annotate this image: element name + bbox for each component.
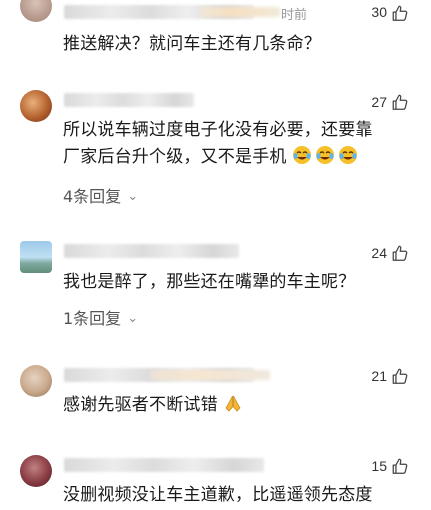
username[interactable] xyxy=(64,244,239,258)
avatar[interactable] xyxy=(20,0,52,22)
username-extra xyxy=(150,370,270,380)
timestamp: 时前 xyxy=(280,8,307,23)
thumbs-up-icon[interactable] xyxy=(391,457,409,475)
comment-item[interactable]: 27 所以说车辆过度电子化没有必要，还要靠 厂家后台升个级，又不是手机 4条回复… xyxy=(0,80,431,215)
view-replies-link[interactable]: 1条回复 ⌄ xyxy=(63,305,138,329)
replies-count: 1条回复 xyxy=(63,309,122,328)
like-count: 27 xyxy=(371,94,387,110)
comment-text: 没删视频没让车主道歉，比遥遥领先态度 xyxy=(63,485,373,505)
avatar[interactable] xyxy=(20,241,52,273)
folded-hands-emoji xyxy=(223,393,243,422)
avatar[interactable] xyxy=(20,365,52,397)
thumbs-up-icon[interactable] xyxy=(391,4,409,22)
like-count: 24 xyxy=(371,245,387,261)
thumbs-up-icon[interactable] xyxy=(391,244,409,262)
comment-item[interactable]: 24 我也是醉了，那些还在嘴犟的车主呢？ 1条回复 ⌄ xyxy=(0,235,431,335)
comment-text-line: 所以说车辆过度电子化没有必要，还要靠 xyxy=(63,120,373,140)
comment-text: 推送解决？就问车主还有几条命？ xyxy=(63,34,321,54)
chevron-down-icon: ⌄ xyxy=(127,189,139,204)
crying-laughing-emoji xyxy=(292,145,358,174)
comment-item[interactable]: 15 没删视频没让车主道歉，比遥遥领先态度 xyxy=(0,448,431,510)
replies-count: 4条回复 xyxy=(63,187,122,206)
comment-list: 时前 30 推送解决？就问车主还有几条命？ 27 所以说车辆过度电子化没有必要，… xyxy=(0,0,431,510)
username[interactable] xyxy=(64,458,264,472)
username[interactable] xyxy=(64,93,194,107)
timestamp-blur xyxy=(200,7,280,17)
thumbs-up-icon[interactable] xyxy=(391,367,409,385)
comment-item[interactable]: 时前 30 推送解决？就问车主还有几条命？ xyxy=(0,0,431,70)
thumbs-up-icon[interactable] xyxy=(391,93,409,111)
like-count: 15 xyxy=(371,458,387,474)
view-replies-link[interactable]: 4条回复 ⌄ xyxy=(63,183,138,207)
comment-text: 感谢先驱者不断试错 xyxy=(63,392,417,422)
avatar[interactable] xyxy=(20,455,52,487)
chevron-down-icon: ⌄ xyxy=(127,311,139,326)
like-count: 30 xyxy=(371,4,387,20)
comment-text-fragment: 厂家后台升个级，又不是手机 xyxy=(63,147,287,167)
comment-text-fragment: 感谢先驱者不断试错 xyxy=(63,395,218,415)
avatar[interactable] xyxy=(20,90,52,122)
comment-item[interactable]: 21 感谢先驱者不断试错 xyxy=(0,355,431,435)
comment-text-line: 厂家后台升个级，又不是手机 xyxy=(63,144,417,174)
like-count: 21 xyxy=(371,368,387,384)
comment-text: 所以说车辆过度电子化没有必要，还要靠 厂家后台升个级，又不是手机 xyxy=(63,117,417,174)
comment-text: 我也是醉了，那些还在嘴犟的车主呢？ xyxy=(63,272,356,292)
